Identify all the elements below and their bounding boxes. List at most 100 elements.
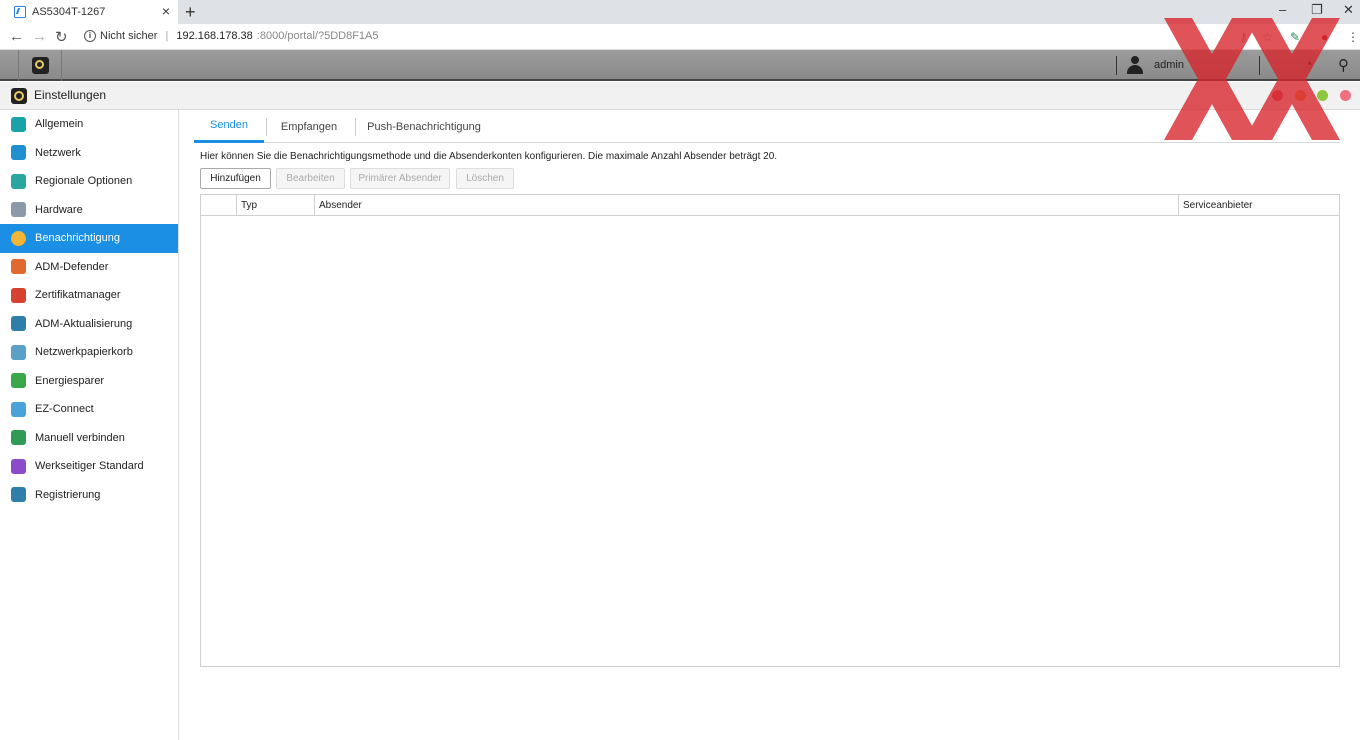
close-window-icon[interactable]: ✕ [1343, 2, 1354, 18]
sidebar-item-label: Zertifikatmanager [35, 289, 121, 302]
sidebar-item[interactable]: Hardware [0, 196, 178, 225]
settings-app-icon [32, 57, 49, 74]
tab-empfangen[interactable]: Empfangen [268, 110, 350, 143]
sidebar-item-label: Werkseitiger Standard [35, 460, 144, 473]
search-icon[interactable]: ⚲ [1338, 56, 1349, 74]
main-content: Senden Empfangen Push-Benachrichtigung H… [180, 110, 1360, 740]
sidebar-item-label: Netzwerk [35, 146, 81, 159]
sidebar-item-label: Registrierung [35, 488, 101, 501]
key-icon[interactable]: ⚷ [1239, 30, 1248, 44]
reload-icon[interactable]: ↻ [55, 28, 68, 46]
home-button[interactable] [18, 50, 62, 81]
app-title: Einstellungen [34, 88, 107, 102]
tab-separator [266, 118, 267, 136]
globe-icon [11, 145, 26, 161]
add-button[interactable]: Hinzufügen [200, 168, 271, 189]
sidebar-item-label: ADM-Defender [35, 260, 109, 273]
sidebar-item-label: Netzwerkpapierkorb [35, 346, 133, 359]
page-description: Hier können Sie die Benachrichtigungsmet… [200, 151, 778, 162]
username: admin [1154, 59, 1184, 71]
sidebar-item[interactable]: Allgemein [0, 110, 178, 139]
user-menu[interactable]: admin [1126, 56, 1184, 74]
adm-taskbar: admin ◔ ⚲ [0, 50, 1360, 81]
forward-icon[interactable]: → [32, 28, 47, 45]
sidebar-item[interactable]: Manuell verbinden [0, 424, 178, 453]
sidebar-item-label: Manuell verbinden [35, 431, 125, 444]
browser-tab-title: AS5304T-1267 [32, 6, 106, 18]
primary-sender-button[interactable]: Primärer Absender [350, 168, 450, 189]
sidebar-item[interactable]: Registrierung [0, 481, 178, 510]
sidebar-item[interactable]: EZ-Connect [0, 395, 178, 424]
cloud-icon [11, 401, 26, 417]
connect-icon [11, 430, 26, 446]
browser-menu-icon[interactable]: ⋮ [1347, 30, 1359, 44]
sidebar-item-label: Hardware [35, 203, 83, 216]
close-dot-icon[interactable] [1340, 90, 1351, 101]
address-bar: ← → ↻ i Nicht sicher | 192.168.178.38:80… [0, 24, 1360, 50]
url-field[interactable]: i Nicht sicher | 192.168.178.38:8000/por… [84, 30, 378, 42]
recycle-bin-icon [11, 344, 26, 360]
column-header-typ[interactable]: Typ [236, 195, 314, 216]
hardware-icon [11, 202, 26, 218]
sidebar-item[interactable]: Zertifikatmanager [0, 281, 178, 310]
column-header-absender[interactable]: Absender [314, 195, 1178, 216]
app-window-header: Einstellungen [0, 82, 1360, 110]
reset-icon [11, 458, 26, 474]
sidebar-item[interactable]: ADM-Defender [0, 253, 178, 282]
tab-separator [355, 118, 356, 136]
url-host: 192.168.178.38 [176, 30, 253, 42]
maximize-dot-icon[interactable] [1317, 90, 1328, 101]
table-header: Typ Absender Serviceanbieter [201, 195, 1339, 216]
new-tab-icon[interactable]: + [185, 2, 196, 23]
minimize-icon[interactable]: – [1279, 2, 1286, 17]
help-dot-icon[interactable] [1272, 90, 1283, 101]
dashboard-gauge-icon[interactable]: ◔ [1304, 56, 1313, 73]
taskbar-divider [1259, 56, 1260, 75]
browser-tab[interactable]: AS5304T-1267 × [0, 0, 178, 24]
registration-icon [11, 487, 26, 503]
energy-icon [11, 373, 26, 389]
sidebar-item-label: Benachrichtigung [35, 232, 121, 245]
tab-bar: Senden Empfangen Push-Benachrichtigung [194, 110, 1340, 143]
sidebar-item[interactable]: Benachrichtigung [0, 224, 178, 253]
sidebar-item-label: ADM-Aktualisierung [35, 317, 133, 330]
firewall-icon [11, 259, 26, 275]
certificate-icon [11, 287, 26, 303]
extension-icon[interactable]: ✎ [1290, 30, 1300, 44]
delete-button[interactable]: Löschen [456, 168, 514, 189]
sidebar-item[interactable]: Netzwerkpapierkorb [0, 338, 178, 367]
asustor-favicon-icon [14, 6, 26, 18]
notification-icon [11, 230, 26, 246]
tab-push-benachrichtigung[interactable]: Push-Benachrichtigung [364, 110, 484, 143]
close-tab-icon[interactable]: × [162, 3, 170, 19]
settings-sidebar: Allgemein Netzwerk Regionale Optionen Hardw… [0, 110, 179, 740]
browser-tabstrip: AS5304T-1267 × + – ❐ ✕ [0, 0, 1360, 24]
general-icon [11, 116, 26, 132]
security-label[interactable]: Nicht sicher [100, 30, 157, 42]
sidebar-item-label: EZ-Connect [35, 403, 94, 416]
back-icon[interactable]: ← [9, 28, 24, 45]
sender-table: Typ Absender Serviceanbieter [200, 194, 1340, 667]
bookmark-star-icon[interactable]: ☆ [1262, 30, 1273, 44]
info-icon[interactable]: i [84, 30, 96, 42]
restore-icon[interactable]: ❐ [1311, 2, 1323, 18]
sidebar-item-label: Allgemein [35, 118, 84, 131]
sidebar-item[interactable]: Werkseitiger Standard [0, 452, 178, 481]
minimize-dot-icon[interactable] [1295, 90, 1306, 101]
sidebar-item-label: Regionale Optionen [35, 175, 133, 188]
column-header-serviceanbieter[interactable]: Serviceanbieter [1178, 195, 1340, 216]
sidebar-item[interactable]: Regionale Optionen [0, 167, 178, 196]
tab-senden[interactable]: Senden [194, 110, 264, 143]
url-path: :8000/portal/?5DD8F1A5 [256, 30, 379, 42]
settings-gear-icon [11, 88, 27, 104]
profile-icon[interactable]: ● [1321, 30, 1328, 44]
update-icon [11, 316, 26, 332]
sidebar-item[interactable]: Netzwerk [0, 139, 178, 168]
sidebar-item-label: Energiesparer [35, 374, 105, 387]
url-separator: | [165, 30, 169, 42]
sidebar-item[interactable]: ADM-Aktualisierung [0, 310, 178, 339]
edit-button[interactable]: Bearbeiten [276, 168, 345, 189]
taskbar-divider [1116, 56, 1117, 75]
user-avatar-icon [1126, 56, 1144, 74]
sidebar-item[interactable]: Energiesparer [0, 367, 178, 396]
